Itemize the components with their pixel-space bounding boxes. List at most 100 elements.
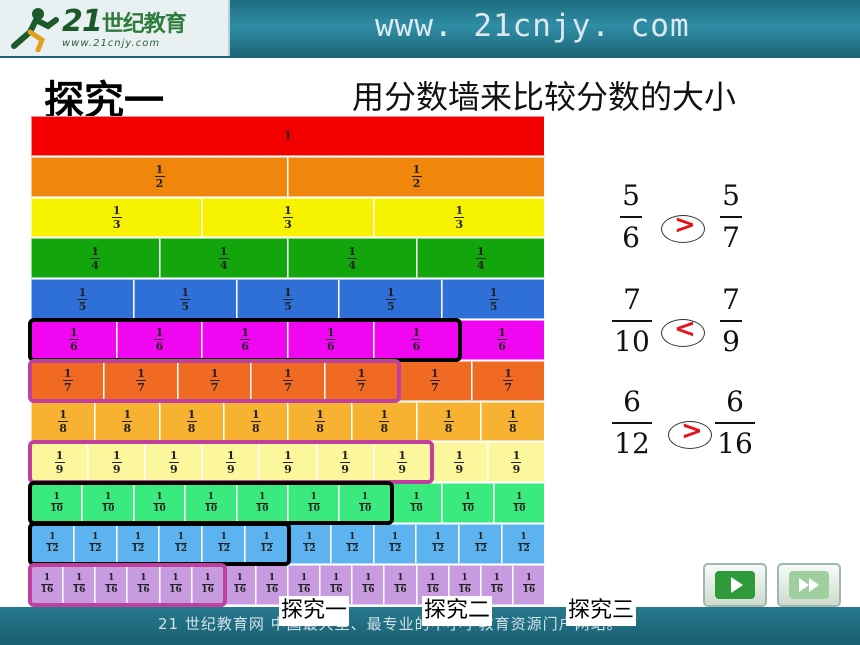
fraction-cell: 14 xyxy=(31,238,160,279)
comparison-fraction: 6 12 xyxy=(612,388,652,458)
fraction-label: 1 12 xyxy=(389,533,402,554)
fraction-cell: 14 xyxy=(159,238,288,279)
fraction-numerator: 1 xyxy=(219,244,228,258)
fraction-cell: 16 xyxy=(202,320,288,360)
fraction-label: 1 16 xyxy=(73,574,86,595)
fraction-numerator: 1 xyxy=(112,203,121,217)
fraction-numerator: 1 xyxy=(464,491,471,502)
fraction-label: 1 12 xyxy=(432,533,445,554)
fast-forward-button[interactable] xyxy=(777,563,841,607)
fraction-numerator: 1 xyxy=(455,203,464,217)
fraction-denominator: 16 xyxy=(329,585,343,596)
fraction-denominator: 16 xyxy=(72,585,86,596)
fraction-numerator: 1 xyxy=(263,532,270,543)
comparison-symbol: > xyxy=(674,210,696,240)
fraction-cell: 1 16 xyxy=(191,564,224,605)
fraction-label: 1 16 xyxy=(266,574,279,595)
fraction-label: 15 xyxy=(282,287,293,312)
fraction-cell: 1 16 xyxy=(159,564,192,605)
fraction-numerator: 1 xyxy=(59,407,67,421)
fraction-denominator: 10 xyxy=(255,503,269,514)
fraction-cell: 16 xyxy=(116,320,203,360)
fraction-numerator: 1 xyxy=(43,573,51,584)
fraction-label: 18 xyxy=(186,407,197,435)
wall-row: 1818181818181818 xyxy=(31,401,545,442)
fraction-label: 1 10 xyxy=(513,492,526,514)
wall-row: 1 xyxy=(31,116,545,156)
fraction-label: 14 xyxy=(347,244,358,271)
fraction-denominator: 16 xyxy=(297,585,311,596)
fraction-cell: 1 10 xyxy=(185,483,237,523)
fraction-label: 19 xyxy=(454,450,465,475)
fraction-label: 17 xyxy=(429,368,440,393)
fraction-denominator: 10 xyxy=(307,503,320,514)
fraction-numerator: 1 xyxy=(509,407,517,421)
fraction-cell: 19 xyxy=(31,442,89,483)
fraction-label: 19 xyxy=(340,450,351,475)
fraction-label: 18 xyxy=(507,407,518,434)
wall-row: 1 12 1 12 1 12 1 12 1 12 1 12 1 12 1 12 1 12 1 12 1 12 1 12 xyxy=(31,524,545,564)
fraction-denominator: 7 xyxy=(357,381,366,395)
fraction-cell: 1 16 xyxy=(352,564,385,605)
fraction-numerator: 1 xyxy=(504,367,513,381)
fraction-cell: 18 xyxy=(288,401,353,442)
fraction-cell: 1 10 xyxy=(31,483,83,523)
fraction-denominator: 9 xyxy=(722,325,740,358)
fraction-numerator: 1 xyxy=(63,367,72,381)
fraction-denominator: 4 xyxy=(476,258,485,272)
fraction-denominator: 4 xyxy=(219,258,228,272)
fraction-label: 15 xyxy=(488,287,499,312)
fraction-numerator: 1 xyxy=(187,407,196,421)
fraction-numerator: 1 xyxy=(333,573,340,584)
fraction-numerator: 1 xyxy=(49,532,56,543)
fraction-cell: 18 xyxy=(416,401,481,442)
fraction-label: 15 xyxy=(385,285,396,312)
fraction-numerator: 1 xyxy=(140,573,147,584)
footer-text: 21 世纪教育网 中国最大型、最专业的中小学教育资源门户网站。 xyxy=(158,615,623,633)
fraction-cell: 19 xyxy=(145,442,203,483)
fraction-label: 19 xyxy=(54,450,65,475)
fraction-label: 19 xyxy=(397,450,408,475)
fraction-label: 13 xyxy=(282,205,293,231)
fraction-cell: 19 xyxy=(316,442,374,483)
next-button[interactable] xyxy=(703,563,767,607)
fraction-cell: 1 10 xyxy=(236,483,288,523)
fraction-label: 1 12 xyxy=(46,533,59,554)
comparison-fraction: 57 xyxy=(720,182,742,252)
fraction-label: 1 xyxy=(284,130,292,141)
fraction-bar xyxy=(620,216,642,218)
fraction-label: 1 12 xyxy=(346,533,359,554)
site-logo[interactable]: 21世纪教育 www.21cnjy.com xyxy=(0,0,230,56)
fraction-numerator: 1 xyxy=(348,244,357,258)
fraction-denominator: 2 xyxy=(155,177,164,191)
fraction-label: 1 10 xyxy=(50,492,63,514)
tab-explore-3[interactable]: 探究三 xyxy=(566,596,637,626)
fraction-numerator: 1 xyxy=(477,532,484,543)
fraction-bar xyxy=(720,216,742,218)
fraction-label: 18 xyxy=(122,409,133,434)
fraction-cell: 1 12 xyxy=(116,524,160,564)
fraction-cell: 15 xyxy=(31,279,134,319)
fraction-denominator: 12 xyxy=(614,427,650,460)
tab-explore-1[interactable]: 探究一 xyxy=(279,596,350,626)
fraction-numerator: 6 xyxy=(623,385,641,418)
fraction-label: 1 12 xyxy=(303,533,316,554)
fraction-cell: 1 10 xyxy=(133,483,186,523)
fraction-label: 17 xyxy=(282,368,293,393)
fraction-numerator: 1 xyxy=(512,448,521,462)
fraction-cell: 13 xyxy=(373,197,545,238)
fraction-numerator: 1 xyxy=(386,285,395,299)
fraction-numerator: 1 xyxy=(349,532,356,543)
fraction-cell: 18 xyxy=(480,401,545,442)
fraction-label: 1 16 xyxy=(362,574,375,595)
wall-row: 1212 xyxy=(31,156,545,197)
fraction-cell: 16 xyxy=(373,320,460,360)
fraction-denominator: 3 xyxy=(284,217,292,231)
fraction-denominator: 8 xyxy=(187,421,196,435)
fraction-denominator: 7 xyxy=(210,381,219,395)
tab-explore-2[interactable]: 探究二 xyxy=(422,596,493,626)
fraction-label: 1 16 xyxy=(523,574,536,595)
fraction-label: 19 xyxy=(225,450,236,475)
fraction-denominator: 9 xyxy=(169,462,178,476)
fraction-cell: 1 10 xyxy=(287,483,340,523)
